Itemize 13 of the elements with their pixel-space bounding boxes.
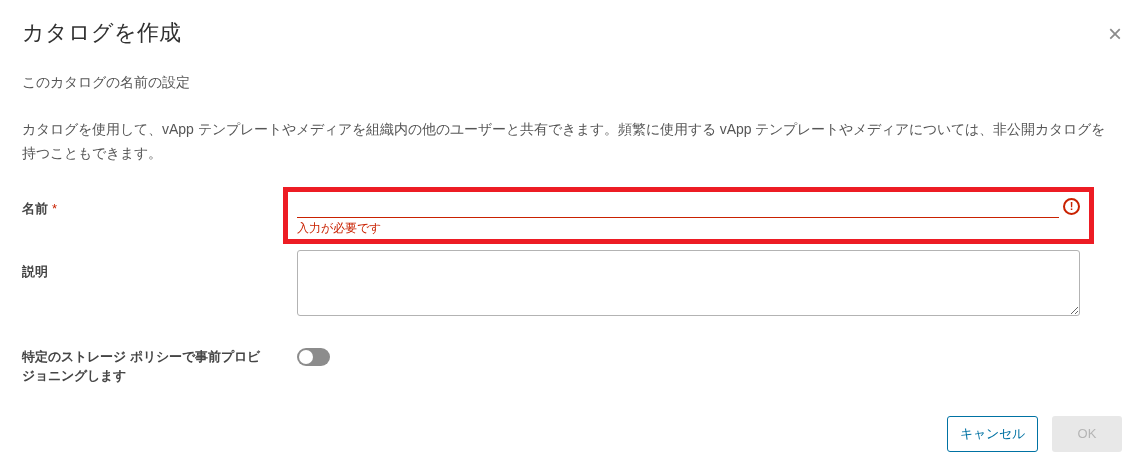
error-icon: ! (1063, 197, 1080, 215)
toggle-switch[interactable] (297, 348, 330, 366)
description-input-field[interactable] (297, 250, 1080, 316)
dialog-description: カタログを使用して、vApp テンプレートやメディアを組織内の他のユーザーと共有できます。頻繁に使用する vApp テンプレートやメディアについては、非公開カタログを持つこともできます。 (22, 120, 1107, 163)
dialog-subtitle: このカタログの名前の設定 (22, 73, 191, 92)
error-message: 入力が必要です (297, 221, 382, 235)
toggle-label: 特定のストレージ ポリシーで事前プロビジョニングします (22, 348, 261, 385)
dialog-title: カタログを作成 (22, 19, 181, 47)
required-mark: * (52, 200, 58, 218)
field-label: 名前 (22, 200, 48, 218)
close-button[interactable]: × (1108, 22, 1122, 46)
cancel-button[interactable]: キャンセル (947, 416, 1038, 452)
field-label: 説明 (22, 263, 48, 281)
